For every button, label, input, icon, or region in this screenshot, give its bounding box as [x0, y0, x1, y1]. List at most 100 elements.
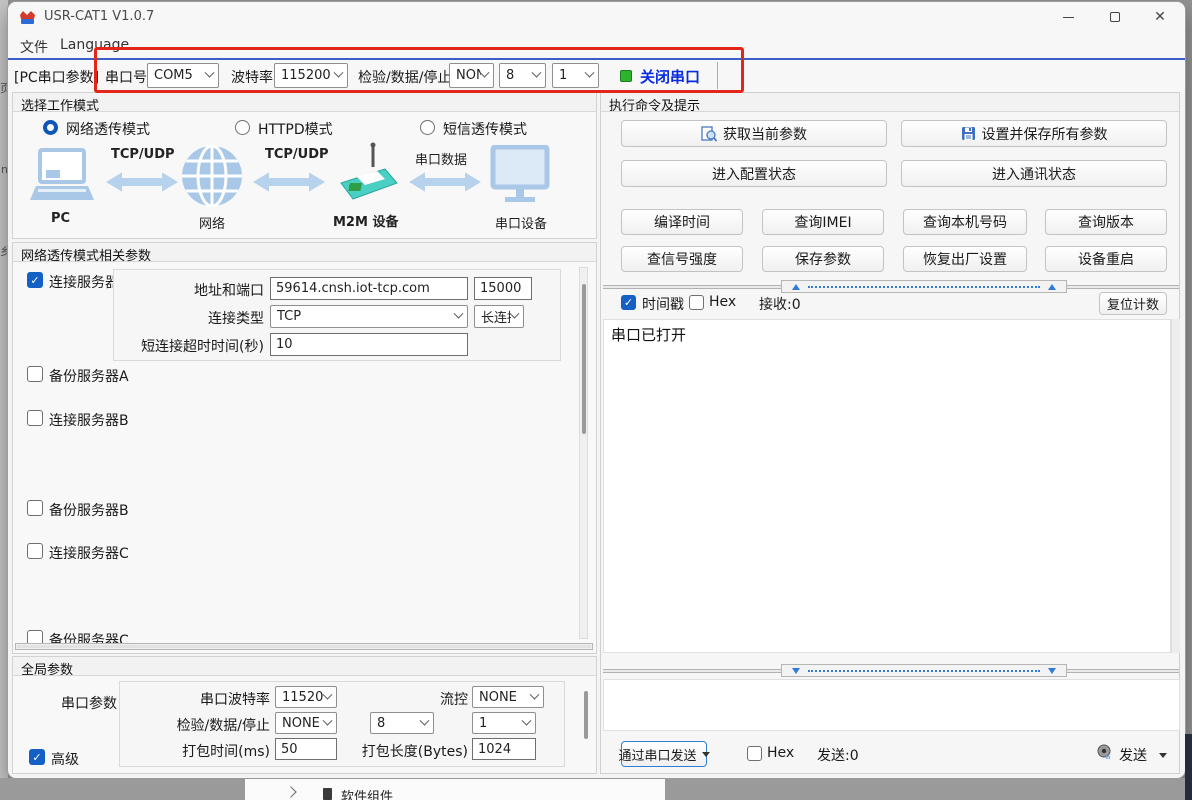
chevron-down-icon	[323, 715, 333, 725]
window-title: USR-CAT1 V1.0.7	[44, 9, 154, 24]
recv-count: 接收:0	[759, 294, 801, 314]
serial-params-label: 串口参数	[61, 693, 117, 713]
maximize-icon	[1110, 12, 1120, 22]
addr-label: 地址和端口	[118, 280, 264, 300]
title-bar: USR-CAT1 V1.0.7	[8, 2, 1185, 32]
compile-time-button[interactable]: 编译时间	[621, 209, 743, 235]
global-params-group: 全局参数 串口参数 串口波特率 115200 流控 NONE 检验/数据/停止 …	[12, 656, 597, 774]
scrollbar-thumb[interactable]	[582, 284, 586, 434]
left-panel: 选择工作模式 网络透传模式 HTTPD模式 短信透传模式 PC TCP/UDP	[12, 92, 597, 774]
radio-net-passthrough[interactable]	[43, 120, 58, 135]
query-number-button[interactable]: 查询本机号码	[903, 209, 1027, 235]
conn-type-label: 连接类型	[118, 308, 264, 328]
packlen-input[interactable]: 1024	[472, 738, 536, 760]
maximize-button[interactable]	[1092, 2, 1138, 32]
g-baud-select[interactable]: 115200	[275, 686, 337, 708]
save-params-button[interactable]: 保存参数	[762, 246, 884, 272]
background-window-fragment: 软件组件	[245, 779, 665, 800]
bidirectional-arrow-icon	[106, 169, 178, 195]
compile-time-label: 编译时间	[654, 212, 710, 232]
query-imei-button[interactable]: 查询IMEI	[762, 209, 884, 235]
splitter-handle-bottom[interactable]	[781, 664, 1067, 677]
scrollbar-thumb[interactable]	[584, 691, 588, 739]
enter-config-button[interactable]: 进入配置状态	[621, 160, 887, 187]
g-baud-label: 串口波特率	[124, 689, 270, 709]
app-logo-icon	[19, 9, 36, 26]
radio-sms-passthrough[interactable]	[420, 120, 435, 135]
query-signal-label: 查信号强度	[647, 249, 717, 269]
search-doc-icon	[701, 126, 717, 142]
recv-hex-checkbox[interactable]	[689, 295, 704, 310]
timeout-value: 10	[276, 337, 293, 352]
g-databits-value: 8	[377, 716, 385, 731]
conn-type-select[interactable]: TCP	[270, 305, 468, 328]
server-a-checkbox[interactable]	[27, 272, 43, 288]
net-params-title: 网络透传模式相关参数	[13, 243, 596, 262]
splitter-handle-top[interactable]	[781, 280, 1067, 293]
advanced-checkbox[interactable]	[29, 749, 45, 765]
dropdown-arrow-icon	[1159, 753, 1167, 758]
send-button[interactable]: 发送	[1119, 745, 1147, 765]
server-c-checkbox[interactable]	[27, 543, 43, 559]
receive-textarea[interactable]: 串口已打开	[603, 319, 1171, 653]
close-button[interactable]	[1137, 2, 1183, 32]
keepalive-select[interactable]: 长连接	[474, 305, 524, 328]
diagram-link3-label: 串口数据	[415, 149, 467, 168]
g-databits-select[interactable]: 8	[370, 712, 434, 734]
g-stopbits-select[interactable]: 1	[472, 712, 536, 734]
flow-value: NONE	[479, 690, 517, 705]
conn-type-value: TCP	[277, 309, 301, 324]
timeout-input[interactable]: 10	[270, 333, 468, 356]
net-params-vscrollbar[interactable]	[579, 267, 588, 639]
net-params-hscrollbar[interactable]	[15, 643, 593, 650]
server-a-params-box: 地址和端口 59614.cnsh.iot-tcp.com 15000 连接类型 …	[113, 269, 561, 361]
set-save-all-button[interactable]: 设置并保存所有参数	[901, 120, 1167, 147]
backup-a-checkbox[interactable]	[27, 366, 43, 382]
server-a-port-input[interactable]: 15000	[474, 277, 532, 300]
radio-httpd-mode-label: HTTPD模式	[258, 119, 333, 139]
close-icon	[1154, 10, 1166, 24]
device-restart-button[interactable]: 设备重启	[1045, 246, 1167, 272]
diagram-serialdev-label: 串口设备	[495, 213, 547, 232]
packtime-value: 50	[281, 742, 298, 757]
backup-b-label: 备份服务器B	[49, 500, 129, 520]
timestamp-label: 时间戳	[642, 294, 684, 314]
send-via-serial-button[interactable]: 通过串口发送	[621, 741, 707, 767]
radio-httpd-mode[interactable]	[235, 120, 250, 135]
factory-reset-label: 恢复出厂设置	[923, 249, 1007, 269]
receive-vscrollbar[interactable]	[1171, 319, 1180, 653]
command-panel-title: 执行命令及提示	[601, 93, 1179, 112]
background-glyph: 乡	[0, 243, 8, 259]
query-signal-button[interactable]: 查信号强度	[621, 246, 743, 272]
scrollbar-thumb[interactable]	[17, 645, 591, 648]
g-parity-select[interactable]: NONE	[275, 712, 337, 734]
enter-config-label: 进入配置状态	[712, 164, 796, 184]
flow-select[interactable]: NONE	[472, 686, 544, 708]
server-b-checkbox[interactable]	[27, 410, 43, 426]
send-textarea[interactable]	[603, 679, 1180, 731]
query-version-button[interactable]: 查询版本	[1045, 209, 1167, 235]
minimize-button[interactable]	[1045, 2, 1091, 32]
query-number-label: 查询本机号码	[923, 212, 1007, 232]
chevron-down-icon	[454, 309, 464, 319]
packtime-input[interactable]: 50	[275, 738, 337, 760]
send-hex-checkbox[interactable]	[747, 746, 762, 761]
enter-comm-label: 进入通讯状态	[992, 164, 1076, 184]
background-glyph: n	[1, 163, 8, 176]
bidirectional-arrow-icon	[253, 169, 325, 195]
timestamp-checkbox[interactable]	[621, 295, 636, 310]
diagram-net-label: 网络	[199, 213, 225, 232]
server-a-address-input[interactable]: 59614.cnsh.iot-tcp.com	[270, 277, 468, 300]
factory-reset-button[interactable]: 恢复出厂设置	[903, 246, 1027, 272]
enter-comm-button[interactable]: 进入通讯状态	[901, 160, 1167, 187]
diagram-link2-label: TCP/UDP	[265, 147, 329, 162]
background-dark-strip	[1185, 734, 1192, 800]
splitter-dots	[808, 286, 1040, 288]
reset-count-button[interactable]: 复位计数	[1099, 292, 1167, 315]
minimize-icon	[1063, 17, 1074, 18]
get-params-button[interactable]: 获取当前参数	[621, 120, 887, 147]
menu-file[interactable]: 文件	[16, 36, 52, 58]
m2m-device-icon	[331, 141, 401, 211]
backup-b-checkbox[interactable]	[27, 500, 43, 516]
server-a-port-value: 15000	[480, 281, 521, 296]
